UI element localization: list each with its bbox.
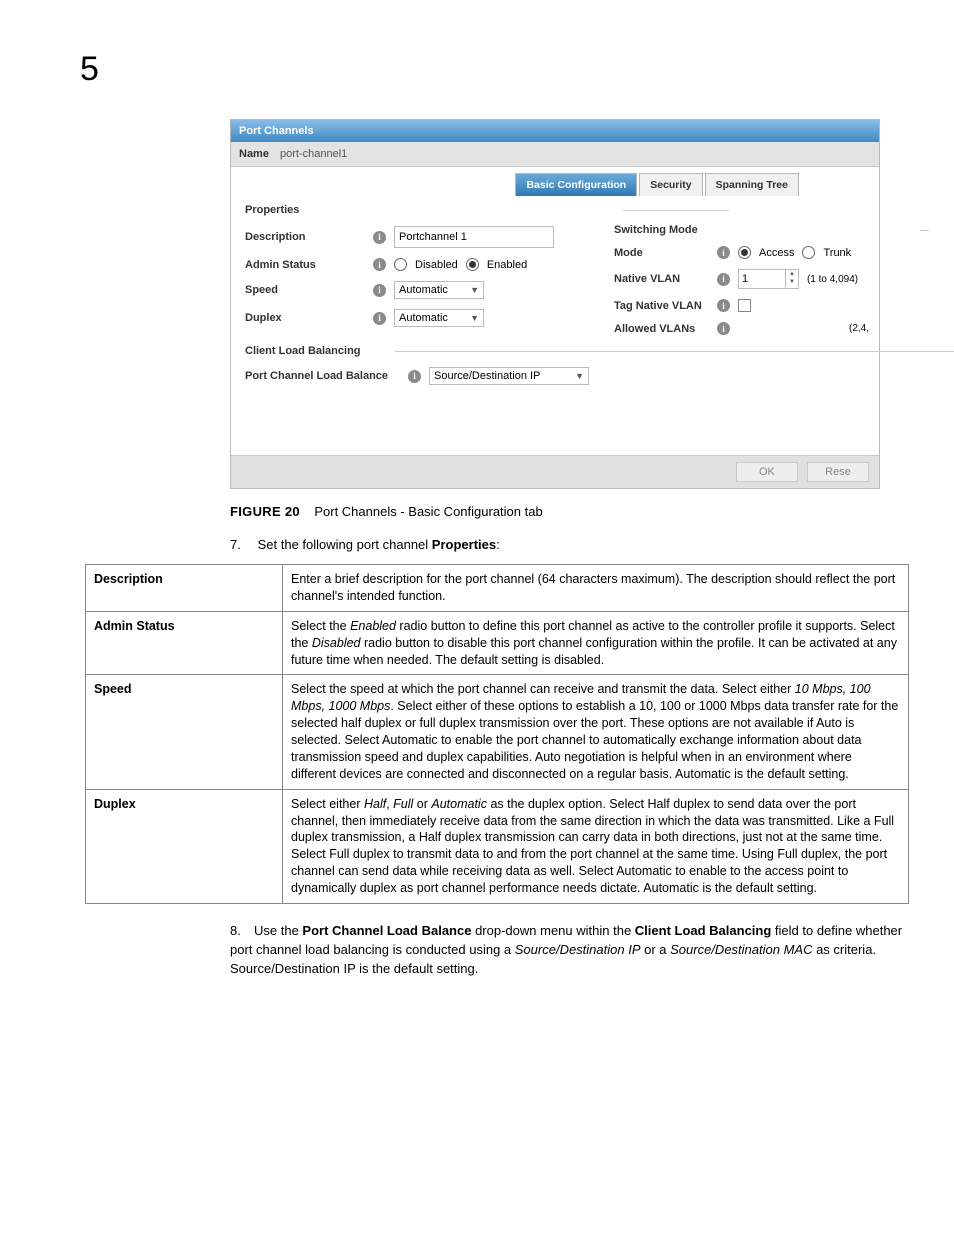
prop-name: Admin Status	[86, 611, 283, 675]
info-icon[interactable]: i	[408, 370, 421, 383]
native-vlan-spinner[interactable]: ▲▼	[738, 269, 799, 289]
mode-label: Mode	[614, 247, 709, 259]
figure-caption: FIGURE 20 Port Channels - Basic Configur…	[230, 504, 909, 519]
prop-desc: Select either Half, Full or Automatic as…	[283, 789, 909, 903]
tab-basic-configuration[interactable]: Basic Configuration	[515, 173, 637, 196]
port-channel-lb-label: Port Channel Load Balance	[245, 370, 400, 382]
info-icon[interactable]: i	[717, 299, 730, 312]
client-load-balancing-heading: Client Load Balancing	[245, 345, 589, 357]
tag-native-vlan-checkbox[interactable]	[738, 299, 751, 312]
info-icon[interactable]: i	[373, 258, 386, 271]
tag-native-vlan-label: Tag Native VLAN	[614, 300, 709, 312]
t: drop-down menu within the	[471, 923, 634, 938]
prop-desc: Enter a brief description for the port c…	[283, 565, 909, 612]
admin-enabled-radio[interactable]	[466, 258, 479, 271]
info-icon[interactable]: i	[373, 231, 386, 244]
admin-disabled-radio[interactable]	[394, 258, 407, 271]
mode-access-text: Access	[759, 247, 794, 259]
duplex-value: Automatic	[399, 312, 448, 324]
down-arrow-icon[interactable]: ▼	[786, 278, 798, 286]
switching-mode-heading: Switching Mode	[614, 224, 869, 236]
prop-desc: Select the speed at which the port chann…	[283, 675, 909, 789]
port-channel-lb-select[interactable]: Source/Destination IP ▼	[429, 367, 589, 385]
prop-name: Speed	[86, 675, 283, 789]
duplex-label: Duplex	[245, 312, 365, 324]
table-row: Admin StatusSelect the Enabled radio but…	[86, 611, 909, 675]
properties-heading: Properties	[245, 204, 589, 216]
t: Use the	[254, 923, 302, 938]
port-channels-panel: Port Channels Name port-channel1 Basic C…	[230, 119, 880, 489]
properties-table: DescriptionEnter a brief description for…	[85, 564, 909, 904]
step-post: :	[496, 537, 500, 552]
ok-button[interactable]: OK	[736, 462, 798, 482]
name-label: Name	[239, 148, 269, 160]
info-icon[interactable]: i	[717, 246, 730, 259]
t: Source/Destination IP	[515, 942, 641, 957]
description-input[interactable]	[394, 226, 554, 248]
table-row: DuplexSelect either Half, Full or Automa…	[86, 789, 909, 903]
mode-access-radio[interactable]	[738, 246, 751, 259]
description-label: Description	[245, 231, 365, 243]
speed-select[interactable]: Automatic ▼	[394, 281, 484, 299]
native-vlan-label: Native VLAN	[614, 273, 709, 285]
figure-label: FIGURE 20	[230, 504, 300, 519]
info-icon[interactable]: i	[373, 312, 386, 325]
step-number: 7.	[230, 537, 254, 552]
native-vlan-hint: (1 to 4,094)	[807, 274, 858, 285]
admin-disabled-text: Disabled	[415, 259, 458, 271]
duplex-select[interactable]: Automatic ▼	[394, 309, 484, 327]
mode-trunk-text: Trunk	[823, 247, 851, 259]
info-icon[interactable]: i	[717, 322, 730, 335]
step-bold: Properties	[432, 537, 496, 552]
chevron-down-icon: ▼	[470, 313, 479, 323]
admin-status-label: Admin Status	[245, 259, 365, 271]
speed-value: Automatic	[399, 284, 448, 296]
step-7: 7. Set the following port channel Proper…	[230, 537, 909, 552]
chapter-number: 5	[80, 50, 909, 89]
table-row: DescriptionEnter a brief description for…	[86, 565, 909, 612]
port-channel-lb-value: Source/Destination IP	[434, 370, 540, 382]
info-icon[interactable]: i	[373, 284, 386, 297]
admin-enabled-text: Enabled	[487, 259, 527, 271]
allowed-vlans-value: (2,4,	[849, 323, 869, 334]
prop-desc: Select the Enabled radio button to defin…	[283, 611, 909, 675]
prop-name: Description	[86, 565, 283, 612]
prop-name: Duplex	[86, 789, 283, 903]
name-value: port-channel1	[280, 148, 347, 160]
native-vlan-input[interactable]	[739, 270, 785, 288]
panel-title: Port Channels	[231, 120, 879, 142]
reset-button[interactable]: Rese	[807, 462, 869, 482]
chevron-down-icon: ▼	[470, 285, 479, 295]
mode-trunk-radio[interactable]	[802, 246, 815, 259]
step-number: 8.	[230, 922, 254, 941]
t: Source/Destination MAC	[670, 942, 812, 957]
step-text: Set the following port channel	[258, 537, 432, 552]
tab-spanning-tree[interactable]: Spanning Tree	[705, 173, 799, 196]
info-icon[interactable]: i	[717, 273, 730, 286]
name-bar: Name port-channel1	[231, 142, 879, 167]
speed-label: Speed	[245, 284, 365, 296]
up-arrow-icon[interactable]: ▲	[786, 270, 798, 278]
t: Port Channel Load Balance	[302, 923, 471, 938]
figure-text: Port Channels - Basic Configuration tab	[314, 504, 542, 519]
chevron-down-icon: ▼	[575, 371, 584, 381]
allowed-vlans-label: Allowed VLANs	[614, 323, 709, 335]
t: Client Load Balancing	[635, 923, 772, 938]
table-row: SpeedSelect the speed at which the port …	[86, 675, 909, 789]
t: or a	[641, 942, 671, 957]
tab-security[interactable]: Security	[639, 173, 702, 196]
step-8: 8.Use the Port Channel Load Balance drop…	[230, 922, 909, 979]
